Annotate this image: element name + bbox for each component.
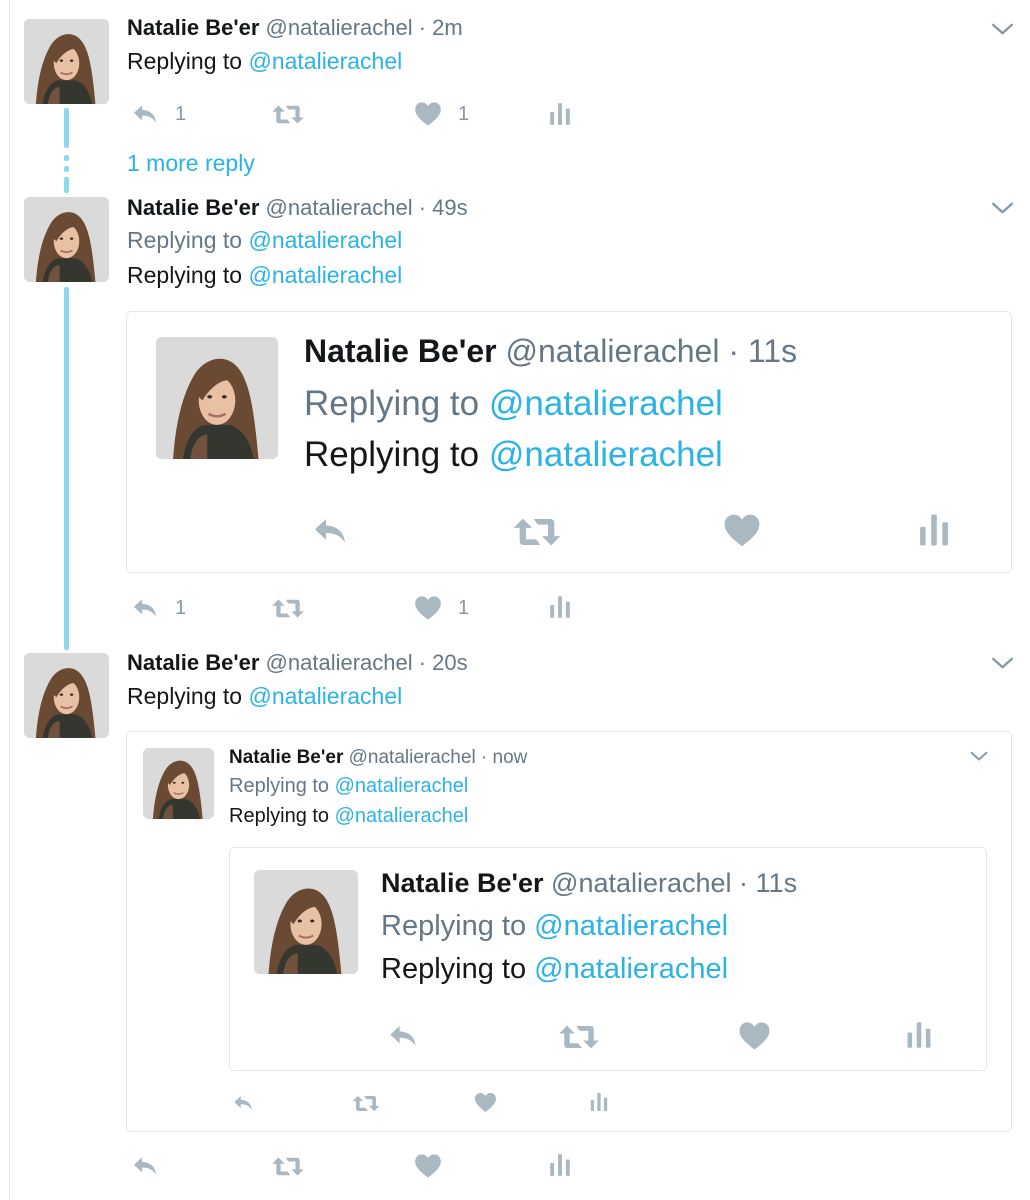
thread-line — [64, 108, 69, 148]
reply-count: 1 — [175, 102, 187, 125]
retweet-button[interactable] — [270, 595, 306, 622]
thread-dot — [64, 166, 69, 172]
display-name[interactable]: Natalie Be'er — [127, 195, 259, 220]
heart-icon — [414, 595, 442, 621]
avatar[interactable] — [24, 19, 109, 104]
tweet-text-line: Replying to @natalierachel — [304, 384, 723, 423]
mention-link: @natalierachel — [334, 805, 469, 827]
retweet-icon — [557, 1020, 601, 1054]
handle-and-time[interactable]: @natalierachel · 20s — [266, 650, 468, 675]
quoted-tweet[interactable]: Natalie Be'er @natalierachel · 11s Reply… — [126, 311, 1012, 573]
handle-and-time: @natalierachel · 11s — [551, 868, 798, 898]
mention-link[interactable]: @natalierachel — [248, 262, 402, 288]
like-count: 1 — [458, 102, 470, 125]
retweet-icon — [270, 595, 306, 622]
analytics-icon — [548, 1153, 572, 1177]
display-name: Natalie Be'er — [381, 868, 544, 898]
analytics-icon — [905, 1021, 933, 1049]
reply-icon — [308, 512, 352, 550]
reply-icon — [129, 100, 161, 128]
thread-line — [64, 287, 69, 650]
analytics-icon — [548, 102, 572, 126]
handle-and-time[interactable]: @natalierachel · 2m — [266, 15, 463, 40]
retweet-icon — [270, 101, 306, 128]
avatar[interactable] — [24, 197, 109, 282]
analytics-icon — [917, 513, 951, 547]
handle-and-time: @natalierachel · now — [348, 747, 528, 768]
reply-icon — [129, 1152, 161, 1180]
quoted-tweet-header: Natalie Be'er @natalierachel · 11s — [304, 333, 797, 370]
quoted-tweet[interactable]: Natalie Be'er @natalierachel · now Reply… — [126, 731, 1012, 1132]
avatar[interactable] — [24, 653, 109, 738]
tweet-text: Replying to @natalierachel — [127, 48, 403, 74]
mention-link: @natalierachel — [534, 910, 729, 942]
handle-and-time[interactable]: @natalierachel · 49s — [266, 195, 468, 220]
tweet-text-line: Replying to @natalierachel — [304, 435, 723, 474]
chevron-down-icon — [970, 751, 988, 762]
retweet-button[interactable] — [270, 101, 306, 128]
mention-link: @natalierachel — [334, 775, 469, 797]
avatar — [156, 337, 278, 459]
display-name: Natalie Be'er — [304, 333, 497, 369]
chevron-down-icon[interactable] — [991, 657, 1014, 670]
display-name[interactable]: Natalie Be'er — [127, 15, 259, 40]
handle-and-time: @natalierachel · 11s — [505, 333, 798, 369]
chevron-down-icon[interactable] — [991, 202, 1014, 215]
tweet-text-line: Replying to @natalierachel — [381, 910, 729, 942]
analytics-icon — [548, 595, 572, 619]
quoted-tweet-header: Natalie Be'er @natalierachel · now — [229, 747, 527, 769]
retweet-icon — [351, 1092, 381, 1115]
reply-count: 1 — [175, 596, 187, 619]
avatar — [143, 748, 214, 819]
thread-dot — [64, 155, 69, 161]
tweet-text: Replying to @natalierachel — [127, 683, 403, 709]
heart-icon — [723, 513, 761, 548]
tweet-text-line: Replying to @natalierachel — [127, 227, 403, 253]
like-button[interactable] — [414, 1153, 442, 1179]
reply-button[interactable]: 1 — [129, 594, 186, 622]
thread-line — [64, 177, 69, 193]
timeline-left-border — [9, 0, 10, 1200]
display-name: Natalie Be'er — [229, 747, 344, 768]
retweet-button[interactable] — [270, 1153, 306, 1180]
tweet-text-line: Replying to @natalierachel — [381, 953, 729, 985]
mention-link: @natalierachel — [488, 384, 723, 423]
analytics-button[interactable] — [548, 595, 572, 619]
tweet-header: Natalie Be'er @natalierachel · 49s — [127, 195, 468, 221]
analytics-button[interactable] — [548, 102, 572, 126]
reply-icon — [384, 1020, 422, 1052]
display-name[interactable]: Natalie Be'er — [127, 650, 259, 675]
mention-link[interactable]: @natalierachel — [248, 48, 402, 74]
mention-link[interactable]: @natalierachel — [248, 227, 402, 253]
tweet-header: Natalie Be'er @natalierachel · 20s — [127, 650, 468, 676]
like-button[interactable]: 1 — [414, 101, 469, 127]
reply-icon — [129, 594, 161, 622]
more-replies-link[interactable]: 1 more reply — [127, 150, 255, 177]
tweet-header: Natalie Be'er @natalierachel · 2m — [127, 15, 463, 41]
retweet-icon — [511, 512, 563, 552]
heart-icon — [414, 1153, 442, 1179]
heart-icon — [474, 1092, 497, 1113]
mention-link: @natalierachel — [534, 953, 729, 985]
like-count: 1 — [458, 596, 470, 619]
tweet-text-line: Replying to @natalierachel — [127, 262, 403, 288]
reply-button[interactable]: 1 — [129, 100, 186, 128]
reply-icon — [230, 1092, 256, 1114]
like-button[interactable]: 1 — [414, 595, 469, 621]
retweet-icon — [270, 1153, 306, 1180]
nested-quoted-tweet: Natalie Be'er @natalierachel · 11s Reply… — [229, 847, 987, 1071]
tweet-text-line: Replying to @natalierachel — [229, 805, 469, 827]
tweet-text-line: Replying to @natalierachel — [229, 775, 469, 797]
avatar — [254, 870, 358, 974]
quoted-tweet-header: Natalie Be'er @natalierachel · 11s — [381, 868, 797, 899]
reply-button[interactable] — [129, 1152, 161, 1180]
analytics-icon — [589, 1092, 609, 1112]
mention-link: @natalierachel — [488, 435, 723, 474]
mention-link[interactable]: @natalierachel — [248, 683, 402, 709]
heart-icon — [414, 101, 442, 127]
chevron-down-icon[interactable] — [991, 23, 1014, 36]
heart-icon — [738, 1021, 771, 1051]
analytics-button[interactable] — [548, 1153, 572, 1177]
